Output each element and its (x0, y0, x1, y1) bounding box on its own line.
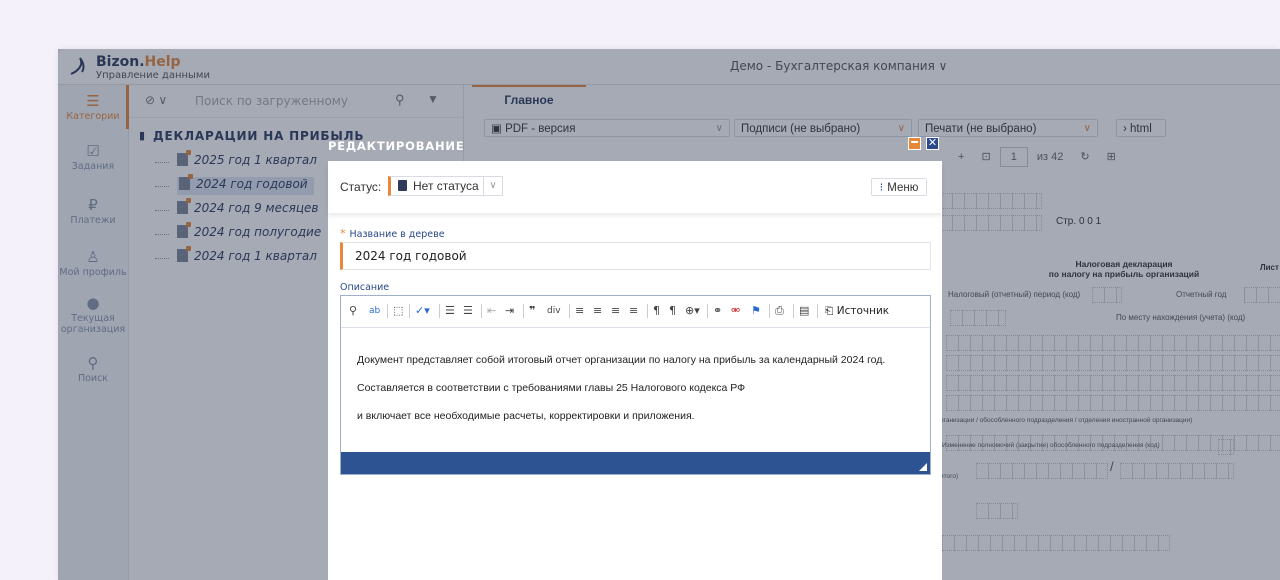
numbered-list-icon[interactable]: ☰ (445, 305, 455, 317)
status-label: Статус: (340, 180, 382, 194)
outdent-icon[interactable]: ⇤ (487, 305, 496, 317)
find-icon[interactable]: ⚲ (349, 305, 357, 317)
rich-text-editor: ⚲ ab ⬚ ✓▾ ☰ ☰ ⇤ ⇥ ❞ div ≡ ≡ ≡ ≡ ¶ ¶ ⊕▾ ⚭ (340, 295, 931, 475)
edit-modal: Статус: Нет статуса ∨ ⁝ Меню * Название в … (328, 161, 942, 580)
paragraph: и включает все необходимые расчеты, корр… (357, 410, 695, 422)
align-left-icon[interactable]: ≡ (575, 305, 584, 317)
more-vertical-icon: ⁝ (879, 182, 884, 194)
blockquote-icon[interactable]: ❞ (529, 305, 535, 317)
paragraph: Документ представляет собой итоговый отч… (357, 354, 886, 366)
editor-toolbar: ⚲ ab ⬚ ✓▾ ☰ ☰ ⇤ ⇥ ❞ div ≡ ≡ ≡ ≡ ¶ ¶ ⊕▾ ⚭ (341, 296, 930, 328)
select-all-icon[interactable]: ⬚ (393, 305, 403, 317)
bullet-list-icon[interactable]: ☰ (463, 305, 473, 317)
close-icon: ✕ (927, 137, 938, 149)
clipboard-icon (398, 180, 407, 191)
chevron-down-icon: ∨ (483, 177, 502, 195)
unlink-icon[interactable]: ⚮ (731, 305, 740, 317)
print-icon[interactable]: ⎙ (775, 305, 784, 317)
name-input[interactable]: 2024 год годовой (340, 242, 931, 270)
anchor-flag-icon[interactable]: ⚑ (751, 305, 761, 317)
align-justify-icon[interactable]: ≡ (629, 305, 638, 317)
source-icon: ⎗ (825, 305, 837, 317)
editor-footer (341, 452, 930, 474)
resize-handle[interactable] (919, 463, 927, 471)
language-icon[interactable]: ⊕▾ (685, 305, 700, 317)
status-select[interactable]: Нет статуса ∨ (388, 176, 503, 196)
status-bar: Статус: Нет статуса ∨ ⁝ Меню (328, 161, 942, 213)
modal-title: РЕДАКТИРОВАНИЕ (328, 139, 465, 153)
align-right-icon[interactable]: ≡ (611, 305, 620, 317)
indent-icon[interactable]: ⇥ (505, 305, 514, 317)
menu-button[interactable]: ⁝ Меню (871, 178, 927, 196)
div-container-icon[interactable]: div (547, 305, 561, 317)
ltr-icon[interactable]: ¶ (653, 305, 660, 317)
preview-icon[interactable]: ▤ (799, 305, 809, 317)
modal-header: РЕДАКТИРОВАНИЕ ✕ (328, 135, 942, 161)
minimize-button[interactable] (908, 137, 921, 150)
spellcheck-icon[interactable]: ✓▾ (415, 305, 430, 317)
source-button[interactable]: ⎗ Источник (825, 305, 889, 317)
required-icon: * (340, 227, 346, 240)
paragraph: Составляется в соответствии с требования… (357, 382, 746, 394)
replace-icon[interactable]: ab (369, 305, 380, 317)
align-center-icon[interactable]: ≡ (593, 305, 602, 317)
description-label: Описание (340, 282, 390, 293)
close-button[interactable]: ✕ (926, 137, 939, 150)
name-field-label: * Название в дереве (340, 227, 445, 240)
editor-content[interactable]: Документ представляет собой итоговый отч… (357, 346, 885, 430)
rtl-icon[interactable]: ¶ (669, 305, 676, 317)
link-icon[interactable]: ⚭ (713, 305, 722, 317)
